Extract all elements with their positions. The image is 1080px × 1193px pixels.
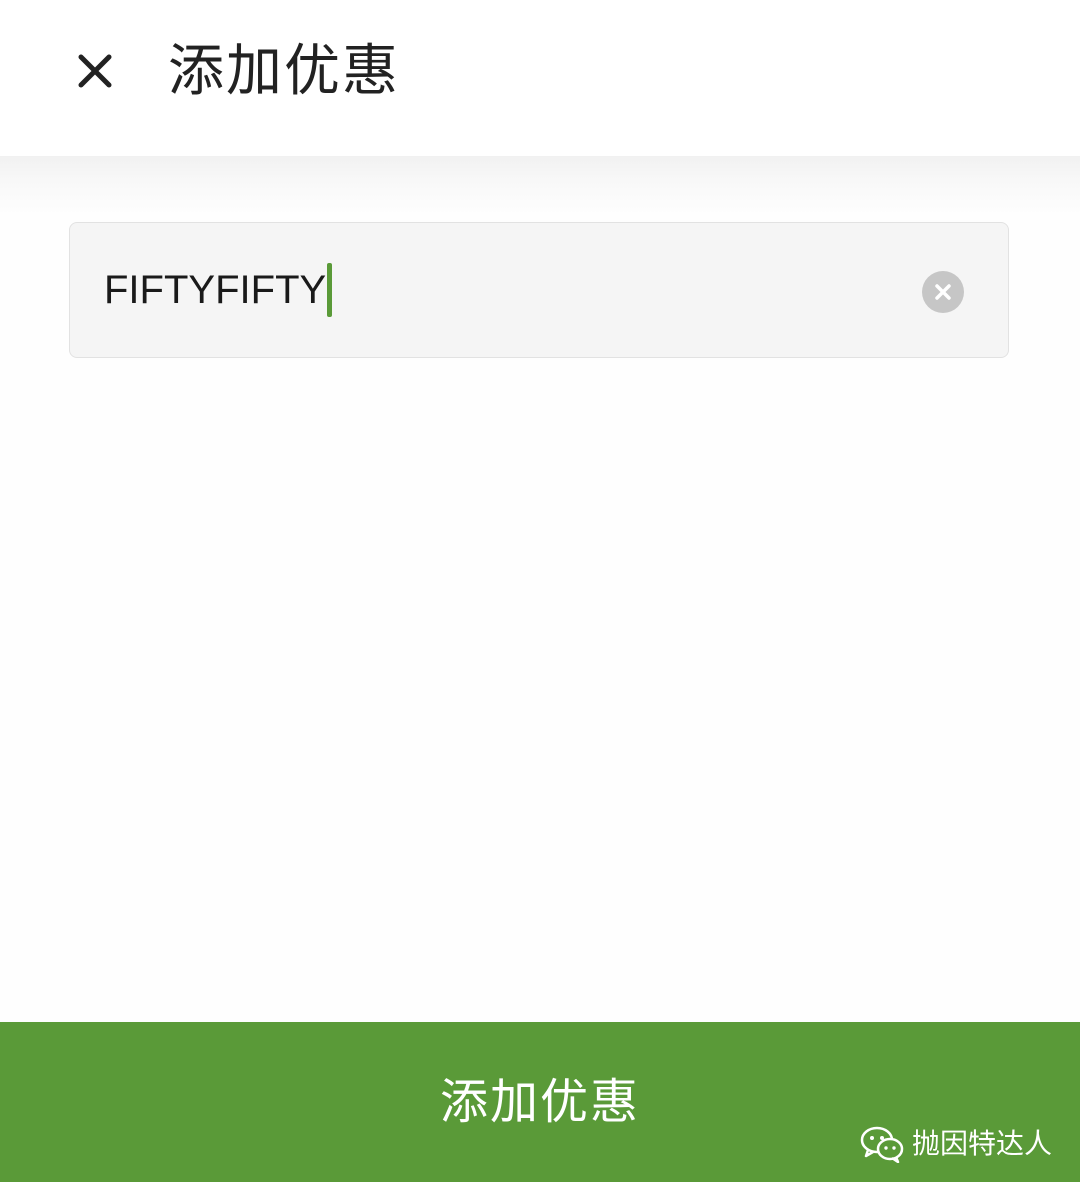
close-button[interactable] xyxy=(68,44,122,98)
watermark-text: 抛因特达人 xyxy=(912,1127,1053,1160)
add-promo-screen: 添加优惠 FIFTYFIFTY 添加优惠 抛因特达人 xyxy=(0,0,1080,1193)
add-promo-button-label: 添加优惠 xyxy=(439,1074,640,1130)
header: 添加优惠 xyxy=(0,0,1080,156)
bottom-strip xyxy=(0,1182,1080,1193)
wechat-icon xyxy=(860,1126,904,1163)
close-icon xyxy=(78,54,112,88)
promo-code-input[interactable]: FIFTYFIFTY xyxy=(69,222,1009,358)
promo-code-text[interactable]: FIFTYFIFTY xyxy=(104,263,333,317)
clear-circle-icon xyxy=(935,284,951,300)
promo-code-value: FIFTYFIFTY xyxy=(104,268,327,312)
clear-input-button[interactable] xyxy=(922,271,964,313)
page-title: 添加优惠 xyxy=(168,39,400,104)
watermark: 抛因特达人 xyxy=(860,1122,1052,1166)
text-caret xyxy=(327,263,333,317)
header-shadow xyxy=(0,156,1080,216)
